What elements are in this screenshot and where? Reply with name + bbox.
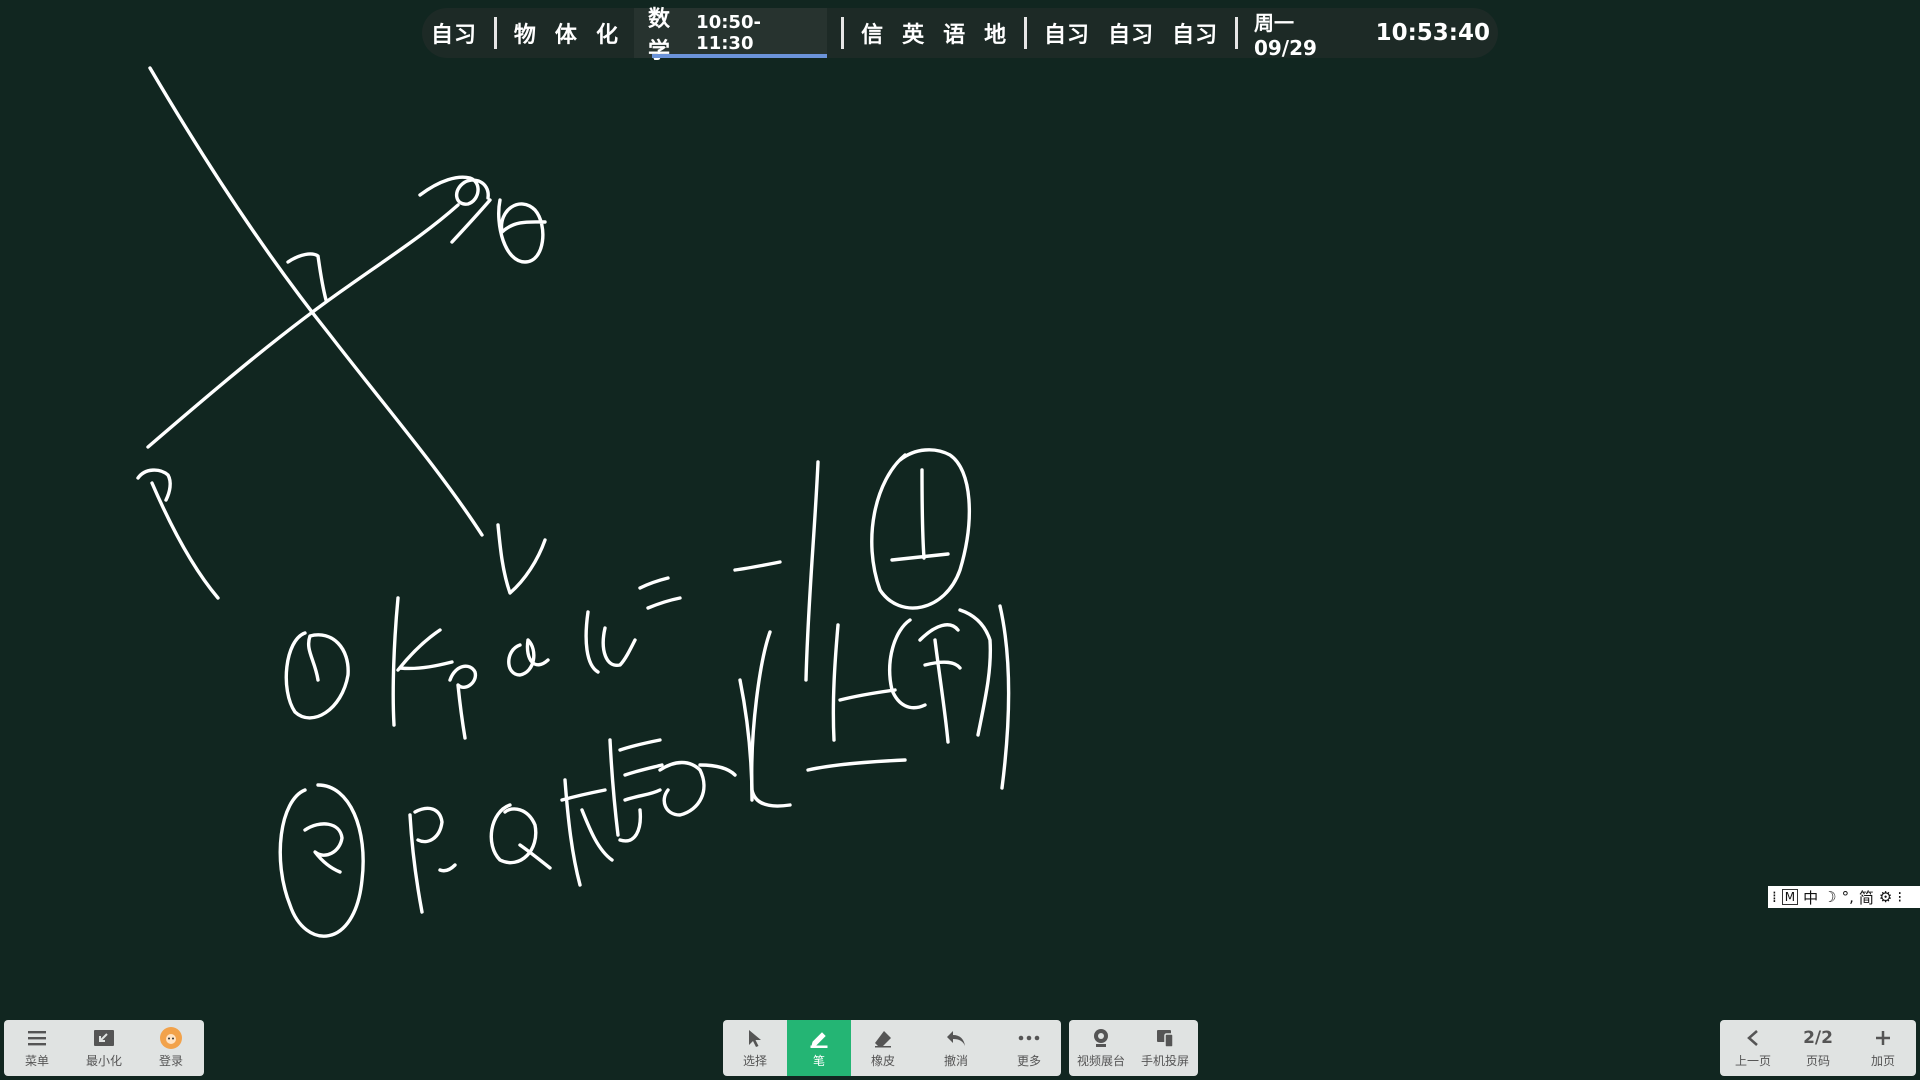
menu-button[interactable]: 菜单: [4, 1020, 70, 1076]
hamburger-icon: [27, 1027, 47, 1049]
cursor-icon: [746, 1027, 764, 1049]
minimize-icon: [93, 1027, 115, 1049]
undo-label: 撤消: [943, 1054, 968, 1068]
extra-toolbar: 视频展台 手机投屏: [1069, 1020, 1198, 1076]
phone-cast-icon: [1155, 1027, 1175, 1049]
more-label: 更多: [1016, 1054, 1041, 1068]
select-label: 选择: [742, 1054, 767, 1068]
menu-label: 菜单: [24, 1054, 49, 1068]
pen-label: 笔: [812, 1054, 825, 1068]
minimize-button[interactable]: 最小化: [70, 1020, 138, 1076]
prev-page-label: 上一页: [1734, 1054, 1771, 1068]
eraser-label: 橡皮: [870, 1054, 895, 1068]
ime-punctuation[interactable]: °,: [1842, 888, 1854, 906]
ime-mode[interactable]: M: [1781, 889, 1799, 905]
undo-button[interactable]: 撤消: [915, 1020, 997, 1076]
pen-icon: [809, 1027, 829, 1049]
more-button[interactable]: 更多: [997, 1020, 1061, 1076]
ime-language[interactable]: 中: [1803, 887, 1818, 908]
eraser-tool-button[interactable]: 橡皮: [851, 1020, 915, 1076]
ime-drag-handle[interactable]: ⁞: [1772, 888, 1777, 906]
login-button[interactable]: 登录: [138, 1020, 204, 1076]
add-page-button[interactable]: 加页: [1850, 1020, 1916, 1076]
visualizer-label: 视频展台: [1076, 1054, 1125, 1068]
moon-icon[interactable]: ☽: [1823, 888, 1836, 906]
user-avatar-icon: [160, 1027, 182, 1049]
more-icon[interactable]: ⁝: [1897, 888, 1902, 906]
drawing-toolbar: 选择 笔 橡皮 撤消 更多: [723, 1020, 1061, 1076]
phone-cast-label: 手机投屏: [1140, 1054, 1189, 1068]
gear-icon[interactable]: ⚙: [1879, 888, 1892, 906]
pen-tool-button[interactable]: 笔: [787, 1020, 851, 1076]
ime-status-bar[interactable]: ⁞ M 中 ☽ °, 简 ⚙ ⁝: [1768, 886, 1920, 908]
page-label: 页码: [1805, 1054, 1830, 1068]
left-toolbar: 菜单 最小化 登录: [4, 1020, 204, 1076]
login-label: 登录: [158, 1054, 183, 1068]
select-tool-button[interactable]: 选择: [723, 1020, 787, 1076]
plus-icon: [1874, 1027, 1892, 1049]
camera-icon: [1091, 1027, 1111, 1049]
page-toolbar: 上一页 2/2 页码 加页: [1720, 1020, 1916, 1076]
page-indicator[interactable]: 2/2 页码: [1786, 1020, 1850, 1076]
minimize-label: 最小化: [85, 1054, 122, 1068]
handwritten-strokes: [136, 66, 1011, 938]
add-page-label: 加页: [1870, 1054, 1895, 1068]
prev-page-button[interactable]: 上一页: [1720, 1020, 1786, 1076]
page-number: 2/2: [1803, 1028, 1833, 1048]
phone-cast-button[interactable]: 手机投屏: [1133, 1020, 1197, 1076]
undo-icon: [945, 1027, 967, 1049]
whiteboard-canvas[interactable]: [0, 0, 1920, 1080]
ime-script[interactable]: 简: [1859, 887, 1874, 908]
ellipsis-icon: [1018, 1027, 1040, 1049]
chevron-left-icon: [1746, 1027, 1760, 1049]
visualizer-button[interactable]: 视频展台: [1069, 1020, 1133, 1076]
eraser-icon: [873, 1027, 893, 1049]
